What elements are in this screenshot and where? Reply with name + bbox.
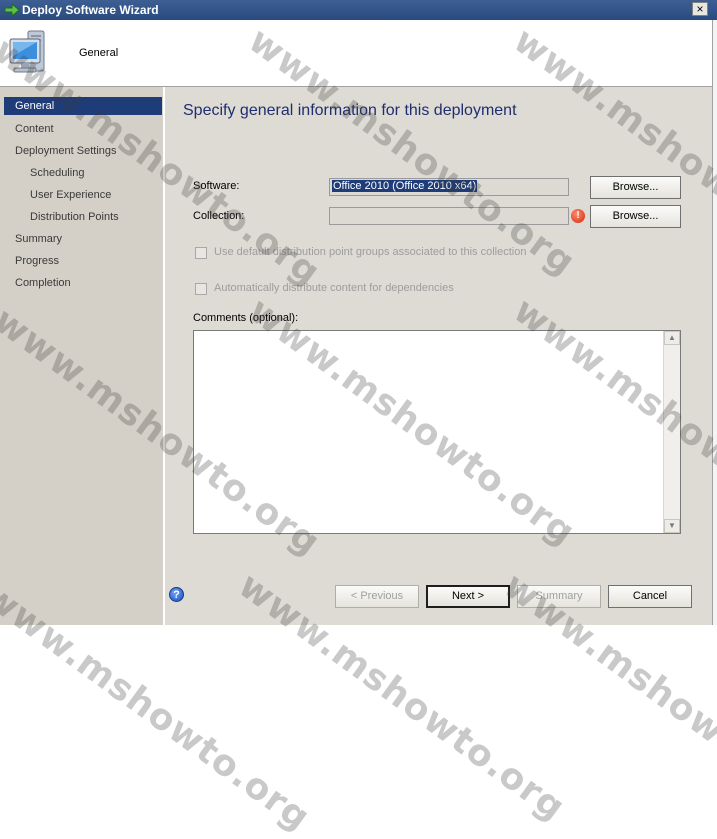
close-button[interactable]: × — [692, 2, 708, 16]
title-bar: Deploy Software Wizard × — [0, 0, 717, 20]
collection-browse-button[interactable]: Browse... — [590, 205, 681, 228]
software-value: Office 2010 (Office 2010 x64) — [332, 180, 478, 192]
previous-button[interactable]: < Previous — [335, 585, 419, 608]
auto-distribute-checkbox[interactable] — [195, 283, 207, 295]
cancel-button[interactable]: Cancel — [608, 585, 692, 608]
comments-scrollbar[interactable]: ▲ ▼ — [663, 331, 680, 533]
collection-label: Collection: — [193, 210, 245, 222]
wizard-header: General — [0, 20, 712, 87]
software-label: Software: — [193, 180, 240, 192]
step-deployment-settings[interactable]: Deployment Settings — [15, 142, 117, 160]
step-progress[interactable]: Progress — [15, 252, 59, 270]
computer-icon — [8, 29, 64, 84]
software-browse-button[interactable]: Browse... — [590, 176, 681, 199]
default-dp-checkbox[interactable] — [195, 247, 207, 259]
summary-button[interactable]: Summary — [517, 585, 601, 608]
step-distribution-points[interactable]: Distribution Points — [30, 208, 119, 226]
comments-label: Comments (optional): — [193, 312, 299, 324]
auto-distribute-label: Automatically distribute content for dep… — [214, 282, 454, 294]
window-title: Deploy Software Wizard — [22, 3, 159, 17]
scroll-down-icon[interactable]: ▼ — [664, 519, 680, 533]
step-summary[interactable]: Summary — [15, 230, 62, 248]
software-field[interactable]: Office 2010 (Office 2010 x64) — [329, 178, 569, 196]
wizard-steps-sidebar: General Content Deployment Settings Sche… — [0, 87, 164, 625]
next-button[interactable]: Next > — [426, 585, 510, 608]
step-user-experience[interactable]: User Experience — [30, 186, 111, 204]
comments-textarea[interactable]: ▲ ▼ — [193, 330, 681, 534]
page-heading: Specify general information for this dep… — [183, 102, 517, 119]
step-content[interactable]: Content — [15, 120, 54, 138]
scroll-up-icon[interactable]: ▲ — [664, 331, 680, 345]
step-general[interactable]: General — [4, 97, 162, 115]
wizard-arrow-icon — [4, 2, 20, 20]
background-window-edge — [712, 20, 717, 625]
help-icon[interactable]: ? — [169, 587, 184, 602]
main-panel: Specify general information for this dep… — [165, 87, 712, 625]
step-completion[interactable]: Completion — [15, 274, 71, 292]
header-title: General — [79, 47, 119, 59]
step-scheduling[interactable]: Scheduling — [30, 164, 84, 182]
default-dp-label: Use default distribution point groups as… — [214, 246, 527, 258]
error-icon: ! — [571, 209, 585, 223]
collection-field[interactable] — [329, 207, 569, 225]
